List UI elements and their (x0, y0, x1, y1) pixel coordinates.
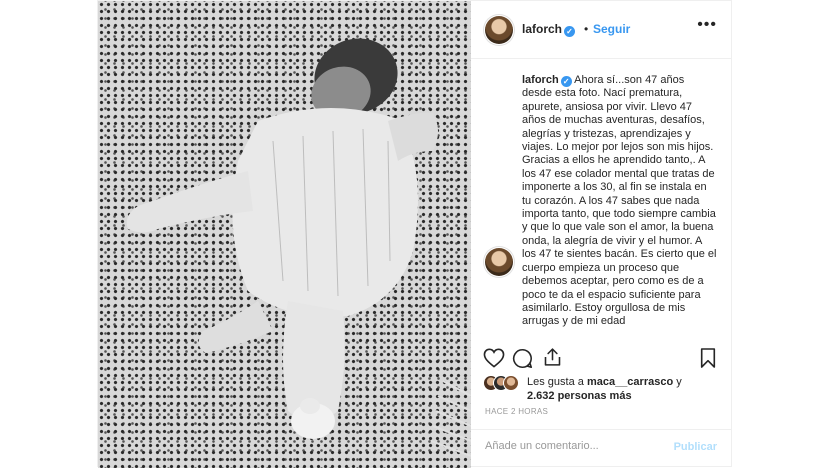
author-avatar[interactable] (485, 16, 513, 44)
baby-illustration (126, 38, 471, 457)
caption-text: Ahora sí...son 47 años desde esta foto. … (522, 74, 717, 328)
follow-button[interactable]: Seguir (593, 22, 630, 36)
post-actions (471, 344, 731, 372)
likes-count[interactable]: 2.632 personas más (527, 390, 632, 402)
instagram-post: laforch ✓ • Seguir ••• laforch ✓ Ahora sí.… (97, 0, 732, 468)
post-timestamp[interactable]: HACE 2 HORAS (485, 407, 548, 416)
liker-username[interactable]: maca__carrasco (587, 376, 673, 388)
likes-summary: Les gusta a maca__carrasco y 2.632 perso… (483, 374, 723, 404)
heart-icon[interactable] (483, 348, 505, 368)
bookmark-icon[interactable] (699, 347, 717, 369)
caption-verified-badge-icon: ✓ (560, 76, 572, 87)
caption-username[interactable]: laforch (522, 74, 559, 86)
share-icon[interactable] (542, 346, 563, 368)
post-header: laforch ✓ • Seguir ••• (471, 1, 731, 59)
likes-text: Les gusta a maca__carrasco y 2.632 perso… (527, 376, 682, 402)
author-username[interactable]: laforch ✓ (522, 22, 576, 37)
caption-author-avatar[interactable] (485, 248, 513, 276)
liker-avatar[interactable] (503, 375, 519, 391)
comment-input[interactable] (485, 440, 665, 452)
publish-button[interactable]: Publicar (674, 441, 717, 453)
comment-box: Publicar (471, 429, 731, 467)
header-separator: • (584, 22, 589, 36)
post-sidebar: laforch ✓ • Seguir ••• laforch ✓ Ahora sí.… (471, 1, 731, 468)
post-photo[interactable] (98, 1, 471, 468)
comment-icon[interactable] (512, 348, 533, 369)
ellipsis-icon[interactable]: ••• (697, 17, 717, 33)
post-caption: laforch ✓ Ahora sí...son 47 años desde es… (522, 74, 717, 337)
verified-badge-icon: ✓ (564, 26, 576, 37)
